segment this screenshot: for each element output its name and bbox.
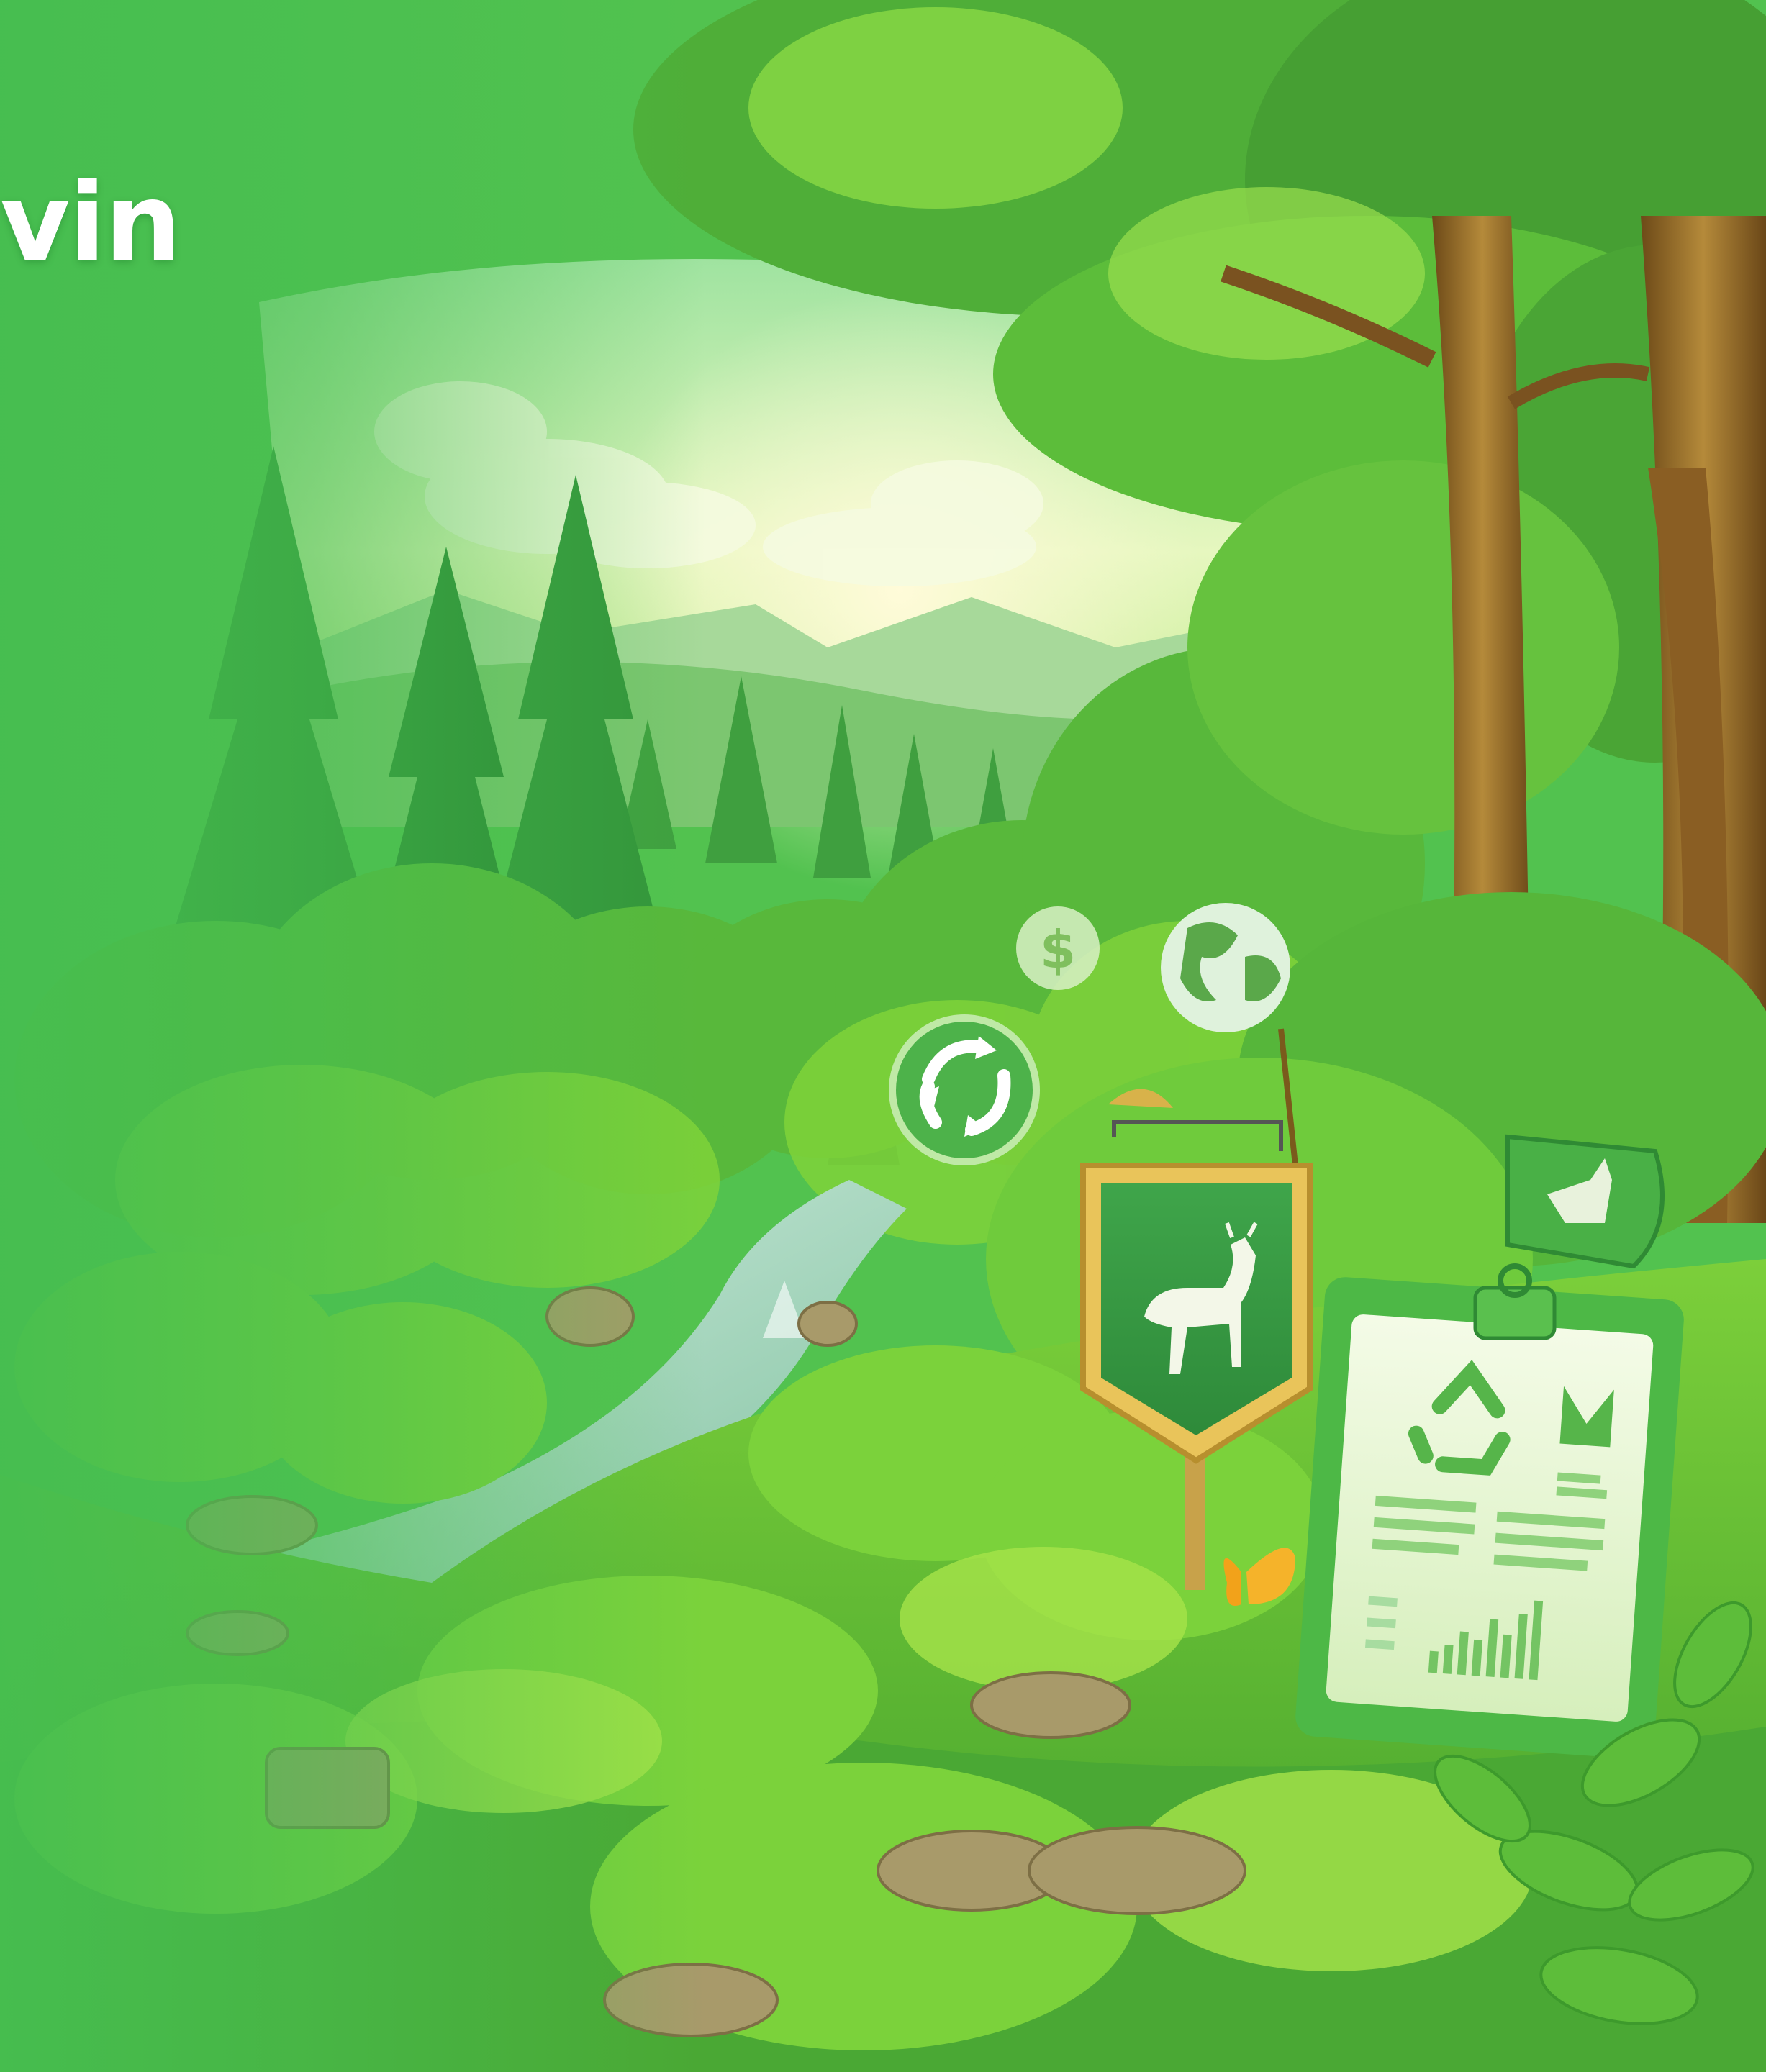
recycle-icon (889, 1014, 1040, 1166)
animal-flag (1505, 1134, 1665, 1269)
brand-wordmark: vin (0, 160, 181, 286)
forest-scene: $ vin (0, 0, 1766, 2072)
forest-illustration: $ (0, 0, 1766, 2072)
report-clipboard-icon (1295, 1263, 1684, 1759)
svg-text:$: $ (1040, 919, 1076, 980)
dollar-icon: $ (1016, 906, 1100, 990)
